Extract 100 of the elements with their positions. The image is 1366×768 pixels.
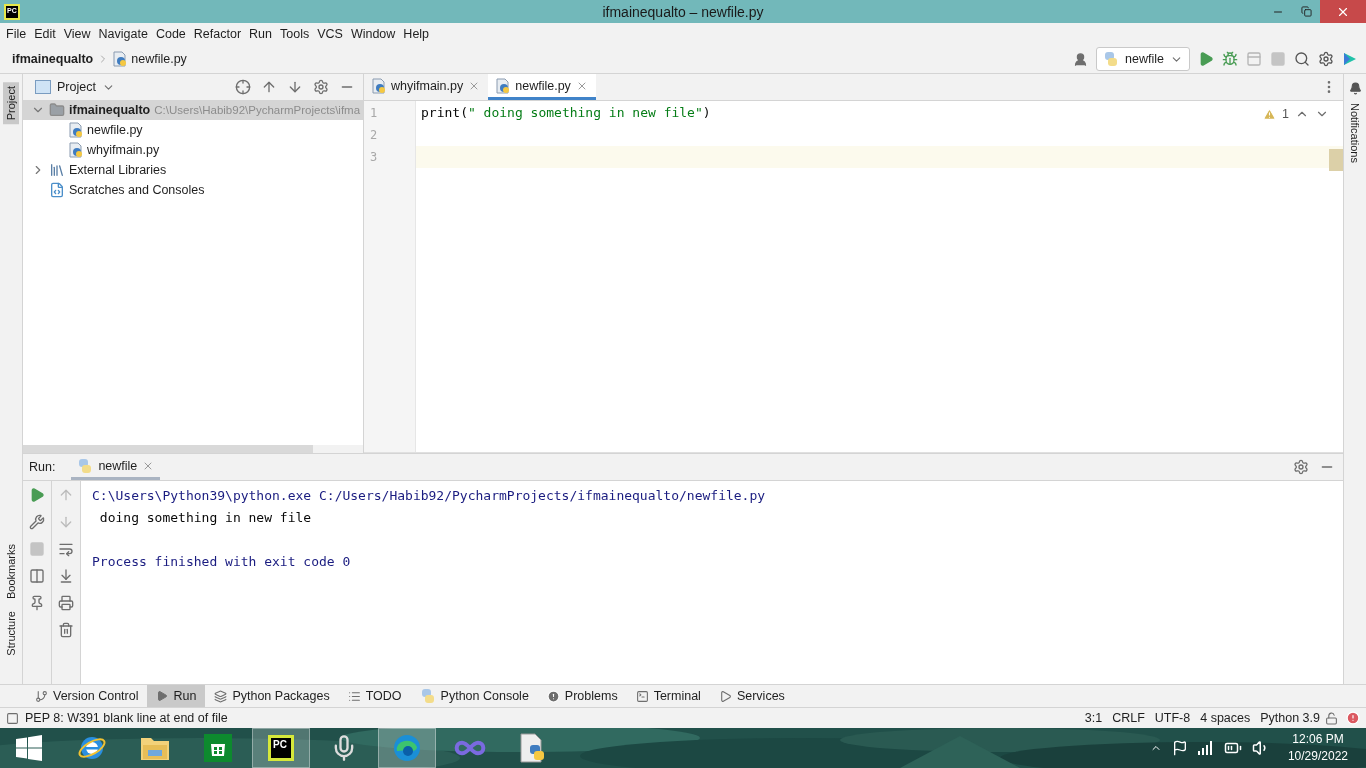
console-line: C:\Users\Python39\python.exe C:/Users/Habib92/PycharmProjects/ifmainequalto/newfile.py xyxy=(92,488,766,503)
signal-icon[interactable] xyxy=(1197,741,1214,755)
status-message: PEP 8: W391 blank line at end of file xyxy=(25,711,228,725)
scroll-marker xyxy=(1329,149,1343,171)
python-icon xyxy=(1103,51,1120,67)
store-icon[interactable] xyxy=(204,734,232,762)
tool-window-button[interactable]: Python Packages xyxy=(205,685,339,707)
tool-window-button[interactable]: Services xyxy=(709,685,794,707)
status-item[interactable]: 4 spaces xyxy=(1195,711,1256,725)
run-icon[interactable] xyxy=(1198,51,1214,67)
windows-logo-icon[interactable] xyxy=(16,735,42,761)
run-label: Run: xyxy=(29,460,56,474)
run-config-dropdown[interactable]: newfile xyxy=(1096,47,1190,71)
tool-window-tab[interactable]: Project xyxy=(3,82,19,125)
tree-item[interactable]: Scratches and Consoles xyxy=(69,183,205,197)
tool-window-button[interactable]: Problems xyxy=(537,685,627,707)
menu-item[interactable]: Refactor xyxy=(189,27,246,41)
expand-all-icon[interactable] xyxy=(261,79,277,95)
python-file-icon[interactable] xyxy=(519,733,547,763)
collapse-all-icon[interactable] xyxy=(287,79,303,95)
python-file-icon xyxy=(69,142,83,158)
menu-item[interactable]: Run xyxy=(245,27,276,41)
settings-icon[interactable] xyxy=(1293,459,1309,475)
status-item[interactable]: Python 3.9 xyxy=(1255,711,1325,725)
menu-item[interactable]: File xyxy=(2,27,31,41)
flag-icon[interactable] xyxy=(1171,740,1188,756)
tool-window-button[interactable]: Terminal xyxy=(626,685,710,707)
menu-item[interactable]: View xyxy=(59,27,95,41)
alert-icon xyxy=(546,689,560,703)
layers-icon xyxy=(214,689,228,703)
console-line: doing something in new file xyxy=(98,510,312,525)
tool-window-button[interactable]: TODO xyxy=(338,685,411,707)
python-file-icon xyxy=(496,77,511,94)
folder-icon xyxy=(49,102,65,118)
services-icon xyxy=(718,689,732,703)
scratch-icon xyxy=(49,182,65,198)
console-line: Process finished with exit code 0 xyxy=(92,554,351,569)
edge-icon[interactable] xyxy=(392,733,422,763)
editor-tab[interactable]: newfile.py xyxy=(488,74,596,100)
play-icon xyxy=(156,690,169,702)
tool-window-button[interactable]: Run xyxy=(147,685,206,707)
line-number: 2 xyxy=(369,127,379,144)
wrap-icon[interactable] xyxy=(58,541,74,557)
menu-item[interactable]: Edit xyxy=(30,27,60,41)
locate-icon[interactable] xyxy=(235,79,251,95)
search-icon[interactable] xyxy=(1294,51,1310,67)
rerun-icon[interactable] xyxy=(29,487,45,503)
editor-tab[interactable]: whyifmain.py xyxy=(364,74,489,100)
tree-item[interactable]: newfile.py xyxy=(87,123,143,137)
wrench-icon[interactable] xyxy=(29,514,45,530)
breadcrumb-item[interactable]: ifmainequalto xyxy=(12,52,94,66)
settings-icon[interactable] xyxy=(1318,51,1334,67)
project-view-icon xyxy=(35,80,51,94)
status-item[interactable]: CRLF xyxy=(1107,711,1150,725)
settings-icon[interactable] xyxy=(313,79,329,95)
scroll-to-end-icon[interactable] xyxy=(58,568,74,584)
tool-window-tab[interactable]: Bookmarks xyxy=(3,540,19,604)
branch-icon xyxy=(35,689,48,703)
pin-icon[interactable] xyxy=(29,595,45,611)
debug-icon[interactable] xyxy=(1222,51,1238,67)
warning-count[interactable]: 1 xyxy=(1282,107,1289,121)
layout-icon[interactable] xyxy=(29,568,45,584)
python-file-icon xyxy=(372,77,386,94)
restore-icon xyxy=(1300,6,1312,17)
user-icon[interactable] xyxy=(1073,51,1089,67)
scrollbar-thumb[interactable] xyxy=(23,445,313,453)
status-item[interactable]: 3:1 xyxy=(1079,711,1108,725)
panel-title[interactable]: Project xyxy=(57,80,96,94)
menu-item[interactable]: Window xyxy=(346,27,400,41)
trash-icon[interactable] xyxy=(58,622,74,638)
print-icon[interactable] xyxy=(58,595,74,611)
lock-icon[interactable] xyxy=(1325,711,1338,725)
clock-date[interactable]: 10/29/2022 xyxy=(1287,748,1348,765)
menu-item[interactable]: VCS xyxy=(313,27,347,41)
clock-time[interactable]: 12:06 PM xyxy=(1287,731,1348,748)
breadcrumb-item[interactable]: newfile.py xyxy=(131,52,187,66)
tool-window-button[interactable]: Version Control xyxy=(26,685,148,707)
bell-icon[interactable] xyxy=(1348,82,1362,95)
menu-item[interactable]: Tools xyxy=(276,27,314,41)
library-icon xyxy=(49,162,65,178)
status-icon xyxy=(6,711,19,725)
tool-window-tab[interactable]: Notifications xyxy=(1347,99,1363,167)
pycharm-logo[interactable]: PC xyxy=(268,735,294,761)
error-icon[interactable] xyxy=(1346,711,1360,725)
plugin-logo-icon[interactable] xyxy=(1342,51,1358,67)
tool-window-tab[interactable]: Structure xyxy=(3,607,19,660)
project-path: C:\Users\Habib92\PycharmProjects\ifma xyxy=(154,104,361,116)
line-number: 1 xyxy=(369,105,379,122)
tree-item[interactable]: ifmainequalto xyxy=(69,103,151,117)
tree-item[interactable]: whyifmain.py xyxy=(87,143,160,157)
menu-item[interactable]: Navigate xyxy=(94,27,152,41)
menu-item[interactable]: Help xyxy=(399,27,434,41)
python-file-icon xyxy=(113,51,128,67)
menu-item[interactable]: Code xyxy=(151,27,190,41)
tree-item[interactable]: External Libraries xyxy=(69,163,167,177)
line-number: 3 xyxy=(369,149,379,166)
warning-icon xyxy=(1263,107,1277,121)
tool-window-button[interactable]: Python Console xyxy=(410,685,538,707)
window-title: ifmainequalto – newfile.py xyxy=(602,3,764,20)
status-item[interactable]: UTF-8 xyxy=(1149,711,1196,725)
